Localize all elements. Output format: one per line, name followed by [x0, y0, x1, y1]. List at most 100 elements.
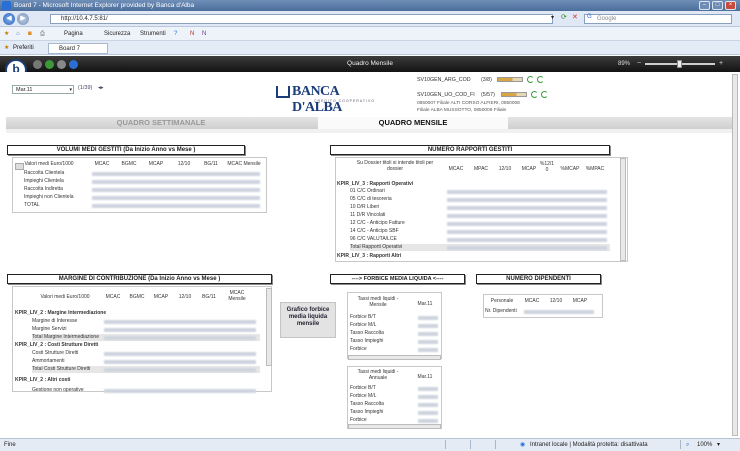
status-zoom[interactable]: 100%	[697, 439, 712, 451]
margine-header: 12/10	[178, 294, 192, 300]
rapporti-title: NUMERO RAPPORTI GESTITI	[330, 145, 610, 155]
group-row[interactable]: KPIR_LIV_2 : Margine Intermediazione	[15, 310, 106, 317]
period-select[interactable]: Mar.11 ▾	[12, 85, 74, 94]
maximize-button[interactable]: □	[712, 1, 723, 10]
margine-scrollbar[interactable]	[266, 288, 272, 366]
zoom-icon[interactable]: ⌕	[686, 439, 689, 451]
pager-arrows-icon[interactable]: ◂▸	[98, 85, 104, 91]
favorites-star-icon[interactable]: ★	[4, 27, 9, 41]
zoom-slider-handle[interactable]	[677, 60, 682, 68]
filter-arg-clear-icon[interactable]	[537, 76, 544, 83]
command-bar: ★ ⌂ ◙ ⎙ Pagina Sicurezza Strumenti ? N N	[0, 27, 740, 41]
table-row: 10 D/R Liberi	[350, 204, 380, 210]
zoom-in-icon[interactable]: +	[719, 56, 723, 72]
help-icon[interactable]: ?	[174, 27, 177, 41]
table-row: Tasso Impieghi	[350, 409, 384, 415]
stop-icon[interactable]: ✕	[572, 13, 578, 21]
home-icon[interactable]: ⌂	[16, 27, 20, 41]
security-menu[interactable]: Sicurezza	[104, 27, 130, 41]
table-row: Costi Strutture Diretti	[32, 350, 79, 356]
back-icon[interactable]: ◀	[3, 13, 15, 25]
table-row: TOTAL	[24, 202, 40, 208]
table-row: 96 C/C VALUTA/LCE	[350, 236, 397, 242]
tab-weekly[interactable]: QUADRO SETTIMANALE	[6, 117, 316, 129]
group-row[interactable]: KPIR_LIV_3 : Rapporti Operativi	[337, 181, 413, 188]
status-divider	[445, 440, 446, 449]
zoom-out-icon[interactable]: −	[637, 56, 641, 72]
filter-arg-count: (3/8)	[481, 77, 492, 83]
table-row: 11 D/R Vincolati	[350, 212, 386, 218]
rapporti-header: %MCAP	[560, 166, 580, 172]
table-row: Forbice	[350, 417, 367, 423]
security-zone[interactable]: Intranet locale | Modalità protetta: dis…	[530, 439, 648, 451]
bank-subtitle: CREDITO COOPERATIVO	[314, 99, 376, 103]
volumi-title: VOLUMI MEDI GESTITI (Da Inizio Anno vs M…	[7, 145, 245, 155]
close-button[interactable]: ×	[725, 1, 736, 10]
forbice-monthly-header: Tassi medi liquidi - Mensile	[357, 296, 399, 308]
forbice-chart-button[interactable]: Grafico forbice media liquida mensile	[280, 302, 336, 338]
filter-uo-refresh-icon[interactable]	[531, 91, 538, 98]
window-titlebar: Board 7 - Microsoft Internet Explorer pr…	[0, 0, 740, 11]
favorites-label[interactable]: Preferiti	[13, 41, 34, 55]
page-scrollbar[interactable]	[732, 74, 738, 436]
chevron-down-icon: ▾	[69, 87, 72, 93]
rapporti-header: MPAC	[473, 166, 489, 172]
rapporti-header: 12/10	[498, 166, 512, 172]
search-provider-icon: G	[587, 14, 592, 20]
tab-monthly[interactable]: QUADRO MENSILE	[318, 117, 508, 129]
filter-arg-refresh-icon[interactable]	[527, 76, 534, 83]
dipendenti-header: MCAP	[572, 298, 588, 304]
table-row: Impieghi non Clientela	[24, 194, 74, 200]
print-app-icon[interactable]	[57, 60, 66, 69]
rapporti-header: %MPAC	[585, 166, 605, 172]
table-row: Impieghi Clientela	[24, 178, 64, 184]
onenote-icon[interactable]: N	[190, 27, 194, 41]
chevron-down-icon[interactable]: ▾	[717, 439, 720, 451]
table-row: Ammortamenti	[32, 358, 65, 364]
rapporti-header: %12/1 0	[539, 161, 555, 173]
forward-icon[interactable]: ▶	[17, 13, 29, 25]
info-app-icon[interactable]	[69, 60, 78, 69]
forbice-monthly-hscroll[interactable]	[348, 355, 441, 360]
filter-uo-label: SV10GEN_UO_COD_FI	[417, 92, 475, 98]
volumi-header: MCAC	[94, 161, 110, 167]
tab-underline	[6, 129, 734, 133]
filter-info-line2: Filiale ALBA MUSSOTTO, 0850009 Filiale	[417, 108, 507, 113]
dropdown-icon[interactable]: ▾	[551, 14, 554, 21]
margine-title: MARGINE DI CONTRIBUZIONE (Da Inizio Anno…	[7, 274, 272, 284]
bank-mark-icon	[276, 86, 290, 98]
filter-arg-bar	[497, 77, 523, 82]
tools-menu[interactable]: Strumenti	[140, 27, 166, 41]
group-row[interactable]: KPIR_LIV_2 : Altri costi	[15, 377, 70, 384]
page-menu[interactable]: Pagina	[64, 27, 83, 41]
zoom-level: 89%	[618, 61, 631, 67]
expand-icon[interactable]	[15, 163, 24, 170]
refresh-icon[interactable]: ⟳	[561, 13, 567, 21]
feeds-icon[interactable]: ◙	[28, 27, 32, 41]
rapporti-header: MCAC	[448, 166, 464, 172]
print-icon[interactable]: ⎙	[40, 27, 45, 41]
favorites-icon: ★	[4, 45, 10, 51]
onenote-send-icon[interactable]: N	[202, 27, 206, 41]
search-input[interactable]: Google	[584, 14, 732, 24]
group-row[interactable]: KPIR_LIV_2 : Costi Strutture Diretti	[15, 342, 98, 349]
browser-tab[interactable]: Board 7	[48, 43, 108, 54]
table-row: Gestione non operative	[32, 387, 84, 393]
forbice-annual-hscroll[interactable]	[348, 424, 441, 429]
filter-uo-clear-icon[interactable]	[541, 91, 548, 98]
volumi-header: MCAC Mensile	[227, 161, 261, 167]
table-row: Tasso Raccolta	[350, 330, 384, 336]
forbice-monthly-col: Mar.11	[417, 301, 433, 307]
refresh-app-icon[interactable]	[45, 60, 54, 69]
period-value: Mar.11	[16, 87, 33, 93]
home-app-icon[interactable]	[33, 60, 42, 69]
rapporti-header: Su Dossier titoli si intende titoli per …	[356, 160, 434, 172]
rapporti-scrollbar[interactable]	[620, 158, 626, 261]
volumi-header: Valori medi Euro/1000	[24, 161, 74, 167]
group-row[interactable]: KPIR_LIV_3 : Rapporti Altri	[337, 253, 401, 260]
volumi-header: BGMC	[121, 161, 137, 167]
table-row: Raccolta Indiretta	[24, 186, 63, 192]
margine-header: Valori medi Euro/1000	[40, 294, 90, 300]
minimize-button[interactable]: –	[699, 1, 710, 10]
address-input[interactable]: http://10.4.7.5:81/	[50, 14, 553, 24]
